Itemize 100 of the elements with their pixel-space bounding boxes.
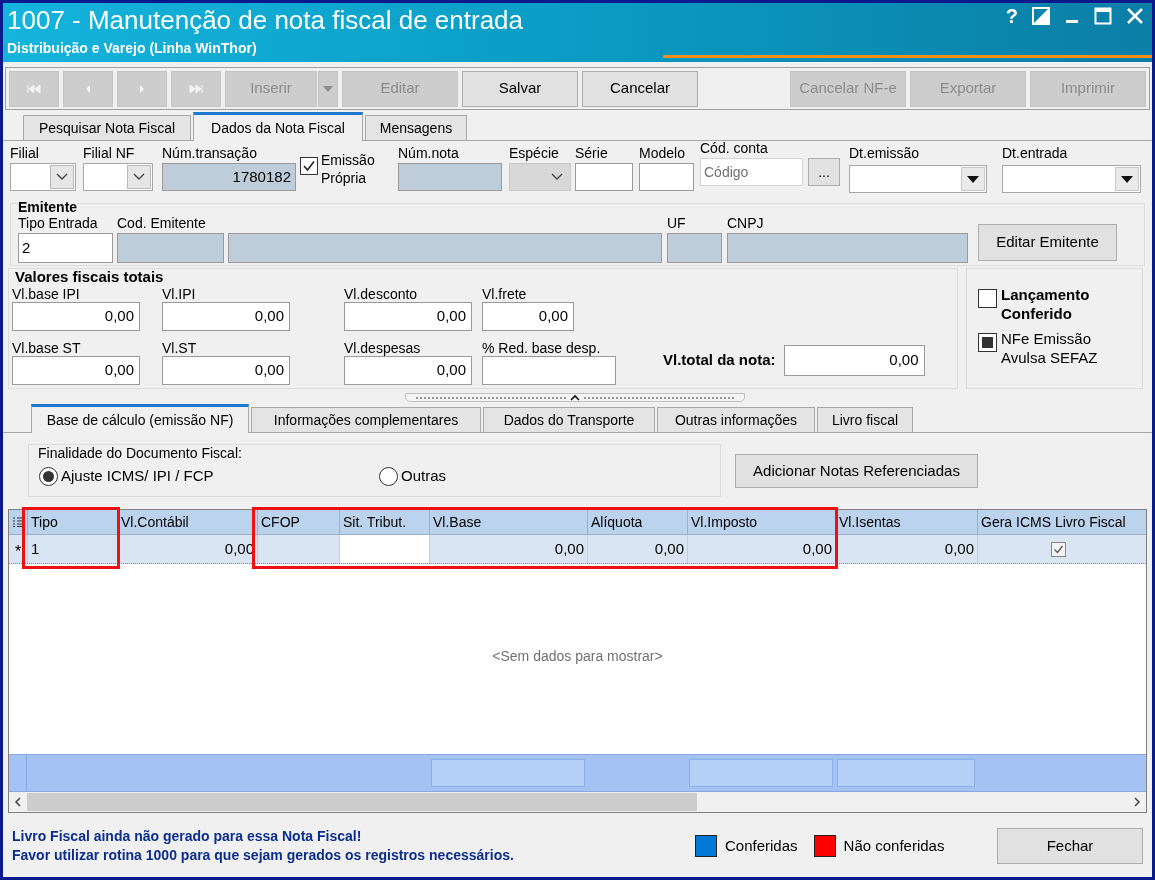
- previous-icon: [84, 83, 92, 94]
- checkbox[interactable]: [1050, 541, 1066, 557]
- checkbox[interactable]: [978, 289, 997, 308]
- input-field[interactable]: 0,00: [344, 356, 472, 385]
- column-header[interactable]: Sit. Tribut.: [339, 510, 429, 534]
- field-label: Vl.desconto: [344, 286, 418, 302]
- column-header[interactable]: Vl.Isentas: [835, 510, 977, 534]
- field-label: Filial NF: [83, 144, 135, 163]
- input-field[interactable]: Código: [700, 158, 803, 186]
- checkbox[interactable]: [300, 157, 318, 175]
- column-header[interactable]: Vl.Imposto: [687, 510, 835, 534]
- caret-down-icon: [323, 85, 333, 92]
- field-label: Dt.emissão: [849, 144, 920, 163]
- group-title: Valores fiscais totais: [15, 268, 164, 286]
- table-cell[interactable]: 0,00: [587, 535, 687, 563]
- input-field[interactable]: 2: [18, 233, 113, 263]
- group-title: Emitente: [18, 199, 78, 215]
- checkbox-label: Lançamento Conferido: [1001, 285, 1091, 323]
- scroll-thumb[interactable]: [27, 793, 697, 811]
- window-title: 1007 - Manutenção de nota fiscal de entrada: [7, 4, 524, 37]
- input-field[interactable]: 0,00: [162, 356, 290, 385]
- checkbox-label: NFe Emissão Avulsa SEFAZ: [1001, 329, 1099, 367]
- table-cell[interactable]: 1: [27, 535, 117, 563]
- input-field[interactable]: 0,00: [783, 345, 925, 376]
- column-header[interactable]: CFOP: [257, 510, 339, 534]
- toolbar-button[interactable]: Salvar: [462, 70, 578, 107]
- empty-message: <Sem dados para mostrar>: [492, 646, 663, 666]
- row-marker: *: [13, 542, 23, 562]
- maximize-icon[interactable]: [1094, 7, 1112, 25]
- close-button[interactable]: Fechar: [997, 828, 1143, 864]
- input-field[interactable]: [639, 163, 694, 191]
- radio-button[interactable]: [39, 466, 58, 486]
- field-label: Modelo: [639, 144, 685, 163]
- next-icon: [138, 83, 146, 94]
- input-field[interactable]: 0,00: [12, 302, 140, 331]
- splitter-handle[interactable]: [405, 393, 745, 402]
- total-label: Vl.total da nota:: [663, 350, 776, 371]
- field-label: Vl.frete: [482, 286, 527, 302]
- tab[interactable]: Outras informações: [657, 407, 815, 432]
- caret-down-icon: [967, 175, 979, 183]
- chevron-down-icon: [551, 173, 563, 181]
- table-cell[interactable]: 0,00: [687, 535, 835, 563]
- field-label: Vl.base IPI: [12, 286, 80, 302]
- status-message: Favor utilizar rotina 1000 para que sejam gerados os registros necessários.: [12, 846, 515, 865]
- input-field[interactable]: 0,00: [482, 302, 574, 331]
- caret-down-icon: [1121, 175, 1133, 183]
- tab[interactable]: Informações complementares: [251, 407, 481, 432]
- date-field[interactable]: [849, 165, 987, 193]
- input-field[interactable]: 1780182: [162, 163, 296, 191]
- input-field[interactable]: 0,00: [12, 356, 140, 385]
- help-button[interactable]: ?: [1005, 5, 1018, 27]
- toolbar-button[interactable]: Cancelar: [582, 70, 698, 107]
- radio-label: Ajuste ICMS/ IPI / FCP: [61, 466, 214, 486]
- tab[interactable]: Base de cálculo (emissão NF): [31, 404, 249, 433]
- tab[interactable]: Livro fiscal: [817, 407, 913, 432]
- input-field[interactable]: [727, 233, 968, 263]
- radio-label: Outras: [401, 466, 446, 486]
- combo-box[interactable]: [83, 163, 153, 191]
- field-label: Núm.nota: [398, 144, 459, 163]
- column-header[interactable]: Tipo: [27, 510, 117, 534]
- table-cell[interactable]: 0,00: [835, 535, 977, 563]
- tab[interactable]: Dados da Nota Fiscal: [193, 112, 363, 141]
- tab[interactable]: Dados do Transporte: [483, 407, 655, 432]
- field-label: Série: [575, 144, 608, 163]
- tab[interactable]: Pesquisar Nota Fiscal: [23, 115, 191, 140]
- input-field[interactable]: 0,00: [344, 302, 472, 331]
- field-label: Vl.despesas: [344, 340, 421, 356]
- checkbox-label: Emissão Própria: [321, 151, 376, 187]
- field-label: Tipo Entrada: [18, 214, 98, 233]
- legend-label: Não conferidas: [843, 835, 945, 856]
- chevron-down-icon: [133, 173, 145, 181]
- edit-issuer-button[interactable]: Editar Emitente: [978, 224, 1117, 261]
- close-icon[interactable]: [1126, 7, 1144, 25]
- combo-box[interactable]: [10, 163, 76, 191]
- column-header[interactable]: Vl.Contábil: [117, 510, 257, 534]
- input-field[interactable]: [398, 163, 502, 191]
- input-field[interactable]: [575, 163, 633, 191]
- input-field[interactable]: [482, 356, 616, 385]
- radio-button[interactable]: [379, 466, 398, 486]
- checkbox[interactable]: [978, 333, 997, 352]
- input-field[interactable]: [117, 233, 224, 263]
- add-references-button[interactable]: Adicionar Notas Referenciadas: [735, 454, 978, 488]
- input-field[interactable]: [228, 233, 662, 263]
- table-cell[interactable]: 0,00: [429, 535, 587, 563]
- contrast-icon[interactable]: [1032, 7, 1050, 25]
- column-header[interactable]: Vl.Base: [429, 510, 587, 534]
- input-field[interactable]: [667, 233, 722, 263]
- field-label: Dt.entrada: [1002, 144, 1068, 163]
- tab[interactable]: Mensagens: [365, 115, 467, 140]
- date-field[interactable]: [1002, 165, 1141, 193]
- table-cell[interactable]: [339, 535, 429, 563]
- column-header[interactable]: Gera ICMS Livro Fiscal: [977, 510, 1138, 534]
- window-subtitle: Distribuição e Varejo (Linha WinThor): [7, 39, 257, 58]
- field-label: Núm.transação: [162, 144, 257, 163]
- horizontal-scrollbar[interactable]: [9, 792, 1146, 812]
- lookup-button[interactable]: ...: [808, 158, 840, 186]
- input-field[interactable]: 0,00: [162, 302, 290, 331]
- caret-up-icon: [570, 394, 580, 401]
- column-header[interactable]: Alíquota: [587, 510, 687, 534]
- field-label: % Red. base desp.: [482, 340, 601, 356]
